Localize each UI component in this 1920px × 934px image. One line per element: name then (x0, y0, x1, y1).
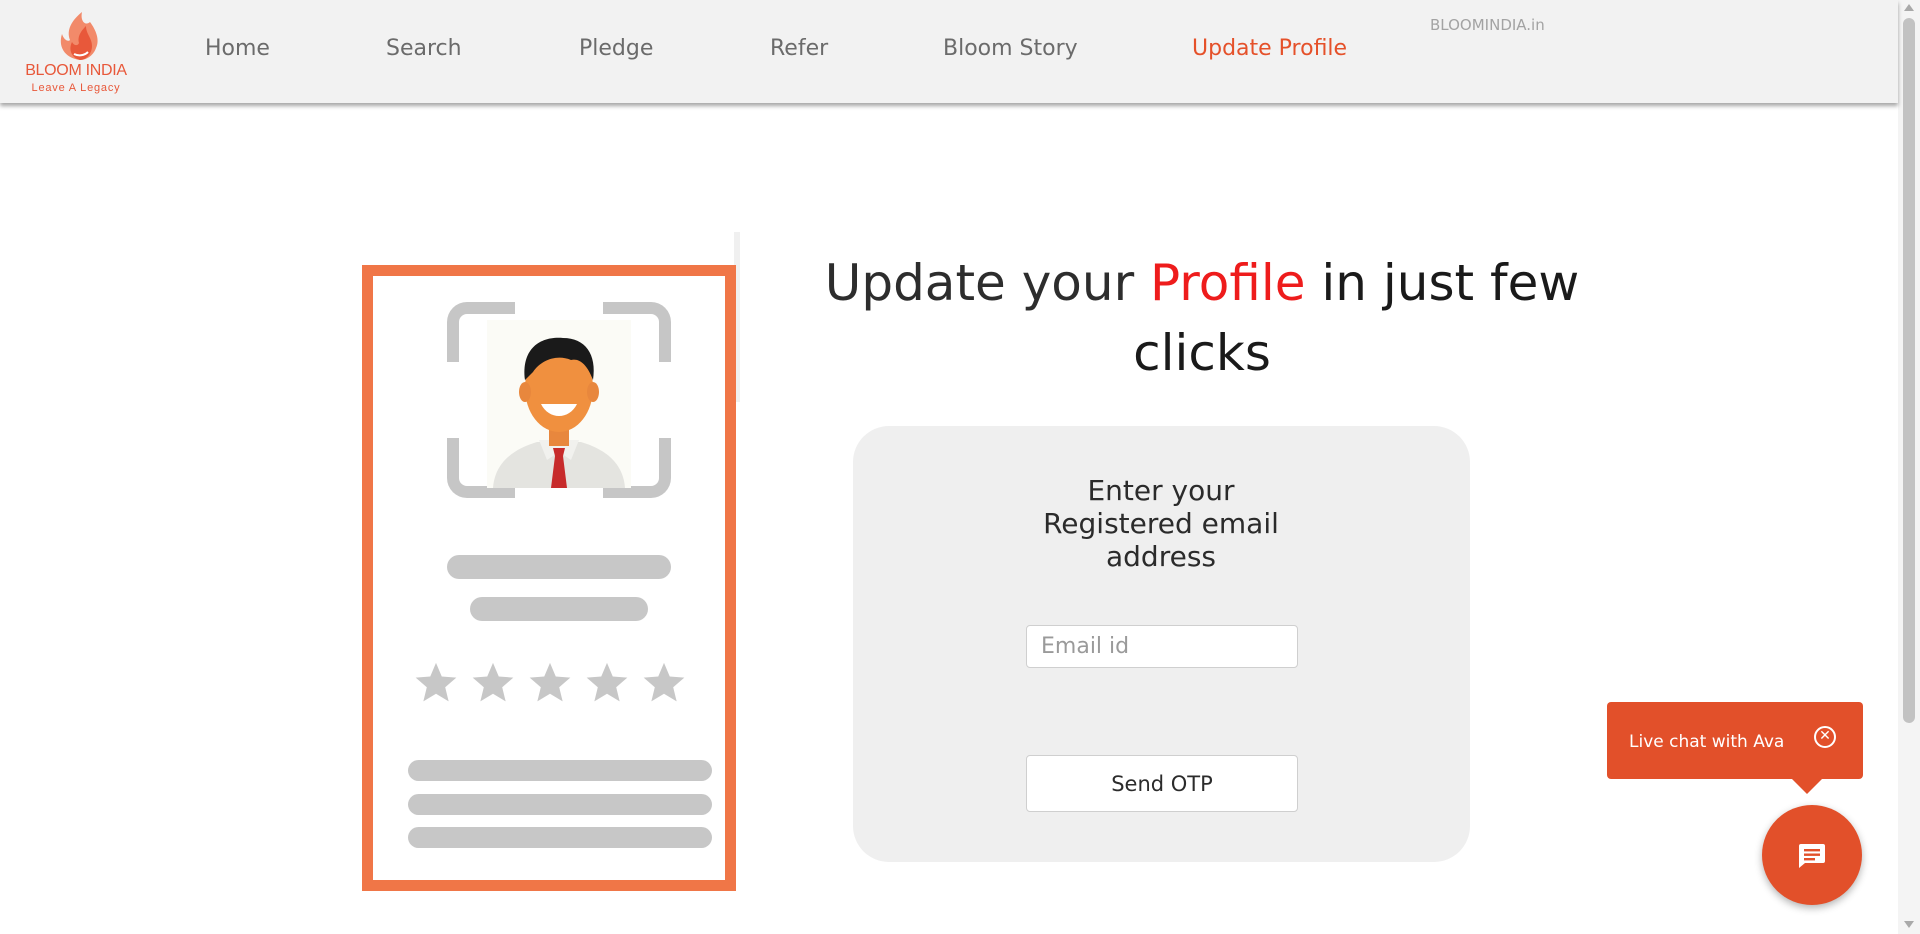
brand-name: BLOOM INDIA (25, 62, 127, 79)
close-icon[interactable]: ✕ (1814, 726, 1836, 748)
brand-tagline: Leave A Legacy (31, 82, 121, 94)
title-part-2: in just few (1305, 254, 1580, 312)
live-chat-prompt[interactable]: Live chat with Ava ✕ (1607, 702, 1863, 794)
nav-item-bloom-story[interactable]: Bloom Story (943, 36, 1078, 61)
scroll-down-icon[interactable] (1904, 921, 1914, 928)
star-icon (586, 662, 628, 702)
user-avatar-icon (487, 320, 631, 488)
star-icon (472, 662, 514, 702)
nav-item-home[interactable]: Home (205, 36, 270, 61)
placeholder-bar (447, 555, 671, 579)
send-otp-button[interactable]: Send OTP (1026, 755, 1298, 812)
star-icon (643, 662, 685, 702)
nav-item-refer[interactable]: Refer (770, 36, 828, 61)
scroll-thumb[interactable] (1903, 18, 1915, 723)
email-input[interactable] (1026, 625, 1298, 668)
form-title: Enter your Registered email address (1043, 474, 1279, 573)
title-part-3: clicks (1133, 324, 1271, 382)
site-link[interactable]: BLOOMINDIA.in (1430, 16, 1545, 34)
star-icon (529, 662, 571, 702)
nav-item-update-profile[interactable]: Update Profile (1192, 36, 1347, 61)
placeholder-bar (470, 597, 648, 621)
page-title: Update your Profile in just few clicks (800, 248, 1604, 388)
nav-item-search[interactable]: Search (386, 36, 462, 61)
placeholder-bar (408, 827, 712, 848)
rating-stars (413, 660, 687, 710)
title-accent: Profile (1150, 254, 1306, 312)
scroll-up-icon[interactable] (1904, 4, 1914, 11)
star-icon (415, 662, 457, 702)
flame-logo-icon (60, 12, 98, 60)
live-chat-label: Live chat with Ava (1629, 732, 1785, 752)
top-navigation-bar: BLOOM INDIA Leave A Legacy Home Search P… (0, 0, 1898, 103)
placeholder-bar (408, 760, 712, 781)
email-form-panel: Enter your Registered email address Send… (853, 426, 1470, 862)
avatar-frame (447, 302, 671, 498)
profile-card-illustration (362, 265, 736, 891)
chat-launcher-button[interactable] (1762, 805, 1862, 905)
page-scrollbar[interactable] (1898, 0, 1920, 934)
nav-item-pledge[interactable]: Pledge (579, 36, 653, 61)
chat-icon (1799, 844, 1825, 868)
brand-logo[interactable]: BLOOM INDIA Leave A Legacy (18, 10, 134, 94)
placeholder-bar (408, 794, 712, 815)
title-part-1: Update your (824, 254, 1151, 312)
